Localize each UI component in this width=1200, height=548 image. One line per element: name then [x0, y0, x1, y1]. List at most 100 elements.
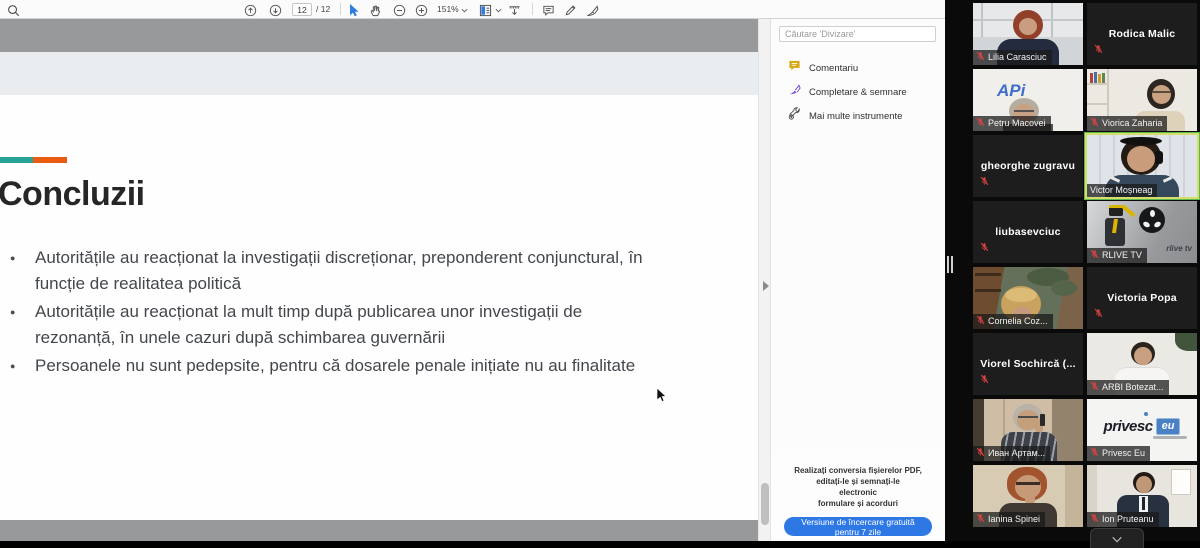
- participant-tile[interactable]: APiPetru Macovei: [973, 69, 1083, 131]
- participant-name: Rodica Malic: [1087, 3, 1197, 65]
- scrollbar-thumb[interactable]: [761, 483, 769, 525]
- participant-tile[interactable]: Ion Pruteanu: [1087, 465, 1197, 527]
- participant-name: Privesc Eu: [1087, 446, 1150, 461]
- chevron-down-icon: [1111, 530, 1123, 548]
- mic-muted-icon: [976, 51, 985, 63]
- rlive-tv-logo: rlive tv: [1166, 244, 1192, 253]
- slide-title: Concluzii: [0, 175, 145, 214]
- mic-muted-icon: [976, 513, 985, 525]
- participant-tile[interactable]: Victor Moșneag: [1087, 135, 1197, 197]
- participant-name: Viorel Sochircă (...: [973, 333, 1083, 395]
- comment-icon: [788, 59, 801, 77]
- mic-muted-icon: [1094, 305, 1103, 323]
- mic-muted-icon: [1090, 249, 1099, 261]
- participant-name: Ion Pruteanu: [1087, 512, 1159, 527]
- page-total-label: / 12: [316, 4, 330, 14]
- search-input[interactable]: [779, 26, 936, 42]
- reading-mode-icon[interactable]: [507, 3, 521, 17]
- zoom-out-icon[interactable]: [392, 3, 406, 17]
- mic-muted-icon: [980, 173, 989, 191]
- previous-page-edge: [0, 52, 758, 95]
- more-tools-icon: [788, 107, 801, 125]
- mic-muted-icon: [1090, 117, 1099, 129]
- mic-muted-icon: [976, 447, 985, 459]
- panel-expand-icon[interactable]: [763, 281, 769, 291]
- promo-text-line: Realizați conversia fișierelor PDF, edit…: [784, 465, 932, 487]
- participant-name: RLIVE TV: [1087, 248, 1147, 263]
- mic-muted-icon: [1090, 513, 1099, 525]
- participant-name: Viorica Zaharia: [1087, 116, 1167, 131]
- zoom-dropdown-caret-icon[interactable]: [460, 3, 468, 17]
- participant-name: Ianina Spinei: [973, 512, 1045, 527]
- participant-tile[interactable]: Rodica Malic: [1087, 3, 1197, 65]
- page-display-icon[interactable]: [478, 3, 492, 17]
- mic-muted-icon: [976, 117, 985, 129]
- toolbar-separator: [340, 3, 341, 15]
- promo-text-line: electronic: [784, 487, 932, 498]
- tool-item-fill-sign[interactable]: Completare & semnare: [771, 80, 945, 104]
- collapse-gallery-button[interactable]: [1090, 528, 1144, 548]
- participant-tile[interactable]: Иван Артам...: [973, 399, 1083, 461]
- mic-muted-icon: [980, 371, 989, 389]
- promo-text-line: formulare și acorduri: [784, 498, 932, 509]
- participant-tile[interactable]: Viorica Zaharia: [1087, 69, 1197, 131]
- mic-muted-icon: [976, 315, 985, 327]
- page-display-caret-icon[interactable]: [494, 3, 502, 17]
- participant-tile[interactable]: ARBI Botezat...: [1087, 333, 1197, 395]
- mouse-cursor: [656, 388, 667, 408]
- participant-name: Petru Macovei: [973, 116, 1051, 131]
- document-scrollbar[interactable]: [758, 19, 770, 541]
- participant-tile[interactable]: rlive tv RLIVE TV: [1087, 201, 1197, 263]
- participant-tile[interactable]: Viorel Sochircă (...: [973, 333, 1083, 395]
- participant-tile[interactable]: liubasevciuc: [973, 201, 1083, 263]
- slide-bullet: Persoanele nu sunt pedepsite, pentru că …: [10, 353, 650, 379]
- participant-name: Victoria Popa: [1087, 267, 1197, 329]
- tools-panel: Comentariu Completare & semnare Mai mult…: [770, 19, 945, 541]
- page-down-icon[interactable]: [268, 3, 282, 17]
- page-number-input[interactable]: 12: [292, 3, 312, 16]
- page-up-icon[interactable]: [243, 3, 257, 17]
- select-tool-icon[interactable]: [347, 3, 361, 17]
- participant-tile[interactable]: privesceu Privesc Eu: [1087, 399, 1197, 461]
- trial-promo: Realizați conversia fișierelor PDF, edit…: [771, 453, 945, 541]
- document-area[interactable]: Concluzii Autoritățile au reacționat la …: [0, 19, 758, 541]
- panel-drag-handle-icon[interactable]: [947, 256, 953, 273]
- participant-name: Cornelia Coz...: [973, 314, 1053, 329]
- mic-muted-icon: [1090, 381, 1099, 393]
- comment-tool-icon[interactable]: [541, 3, 555, 17]
- video-panel: Lilia Carasciuc Rodica MalicAPiPetru Maco…: [945, 0, 1200, 541]
- tool-item-label: Completare & semnare: [809, 87, 907, 98]
- participant-name: Иван Артам...: [973, 446, 1050, 461]
- pdf-page: Concluzii Autoritățile au reacționat la …: [0, 95, 758, 520]
- participant-tile[interactable]: gheorghe zugravu: [973, 135, 1083, 197]
- zoom-level-value[interactable]: 151%: [437, 4, 459, 14]
- mic-muted-icon: [980, 239, 989, 257]
- participant-tile[interactable]: Ianina Spinei: [973, 465, 1083, 527]
- participant-name: ARBI Botezat...: [1087, 380, 1169, 395]
- participant-tile[interactable]: Victoria Popa: [1087, 267, 1197, 329]
- tool-item-label: Comentariu: [809, 63, 858, 74]
- mic-muted-icon: [1094, 41, 1103, 59]
- slide-bullet: Autoritățile au reacționat la investigaț…: [10, 245, 650, 296]
- mic-muted-icon: [1090, 447, 1099, 459]
- participant-tile[interactable]: Lilia Carasciuc: [973, 3, 1083, 65]
- free-trial-button[interactable]: Versiune de încercare gratuită pentru 7 …: [784, 517, 932, 536]
- slide-bullet: Autoritățile au reacționat la mult timp …: [10, 299, 650, 350]
- pdf-viewer-window: 12 / 12 151%: [0, 0, 945, 541]
- participant-name: gheorghe zugravu: [973, 135, 1083, 197]
- participant-name: Lilia Carasciuc: [973, 50, 1052, 65]
- sign-tool-icon[interactable]: [585, 3, 599, 17]
- pencil-tool-icon[interactable]: [563, 3, 577, 17]
- tool-item-comment[interactable]: Comentariu: [771, 56, 945, 80]
- participant-name: Victor Moșneag: [1087, 184, 1157, 197]
- privesc-eu-logo: privesceu: [1087, 418, 1197, 436]
- tool-item-more-tools[interactable]: Mai multe instrumente: [771, 104, 945, 128]
- tool-item-label: Mai multe instrumente: [809, 111, 902, 122]
- hand-tool-icon[interactable]: [368, 3, 382, 17]
- search-icon[interactable]: [6, 3, 20, 17]
- participant-name: liubasevciuc: [973, 201, 1083, 263]
- pdf-toolbar: 12 / 12 151%: [0, 0, 945, 19]
- slide-bullet-list: Autoritățile au reacționat la investigaț…: [10, 245, 650, 382]
- participant-tile[interactable]: Cornelia Coz...: [973, 267, 1083, 329]
- zoom-in-icon[interactable]: [414, 3, 428, 17]
